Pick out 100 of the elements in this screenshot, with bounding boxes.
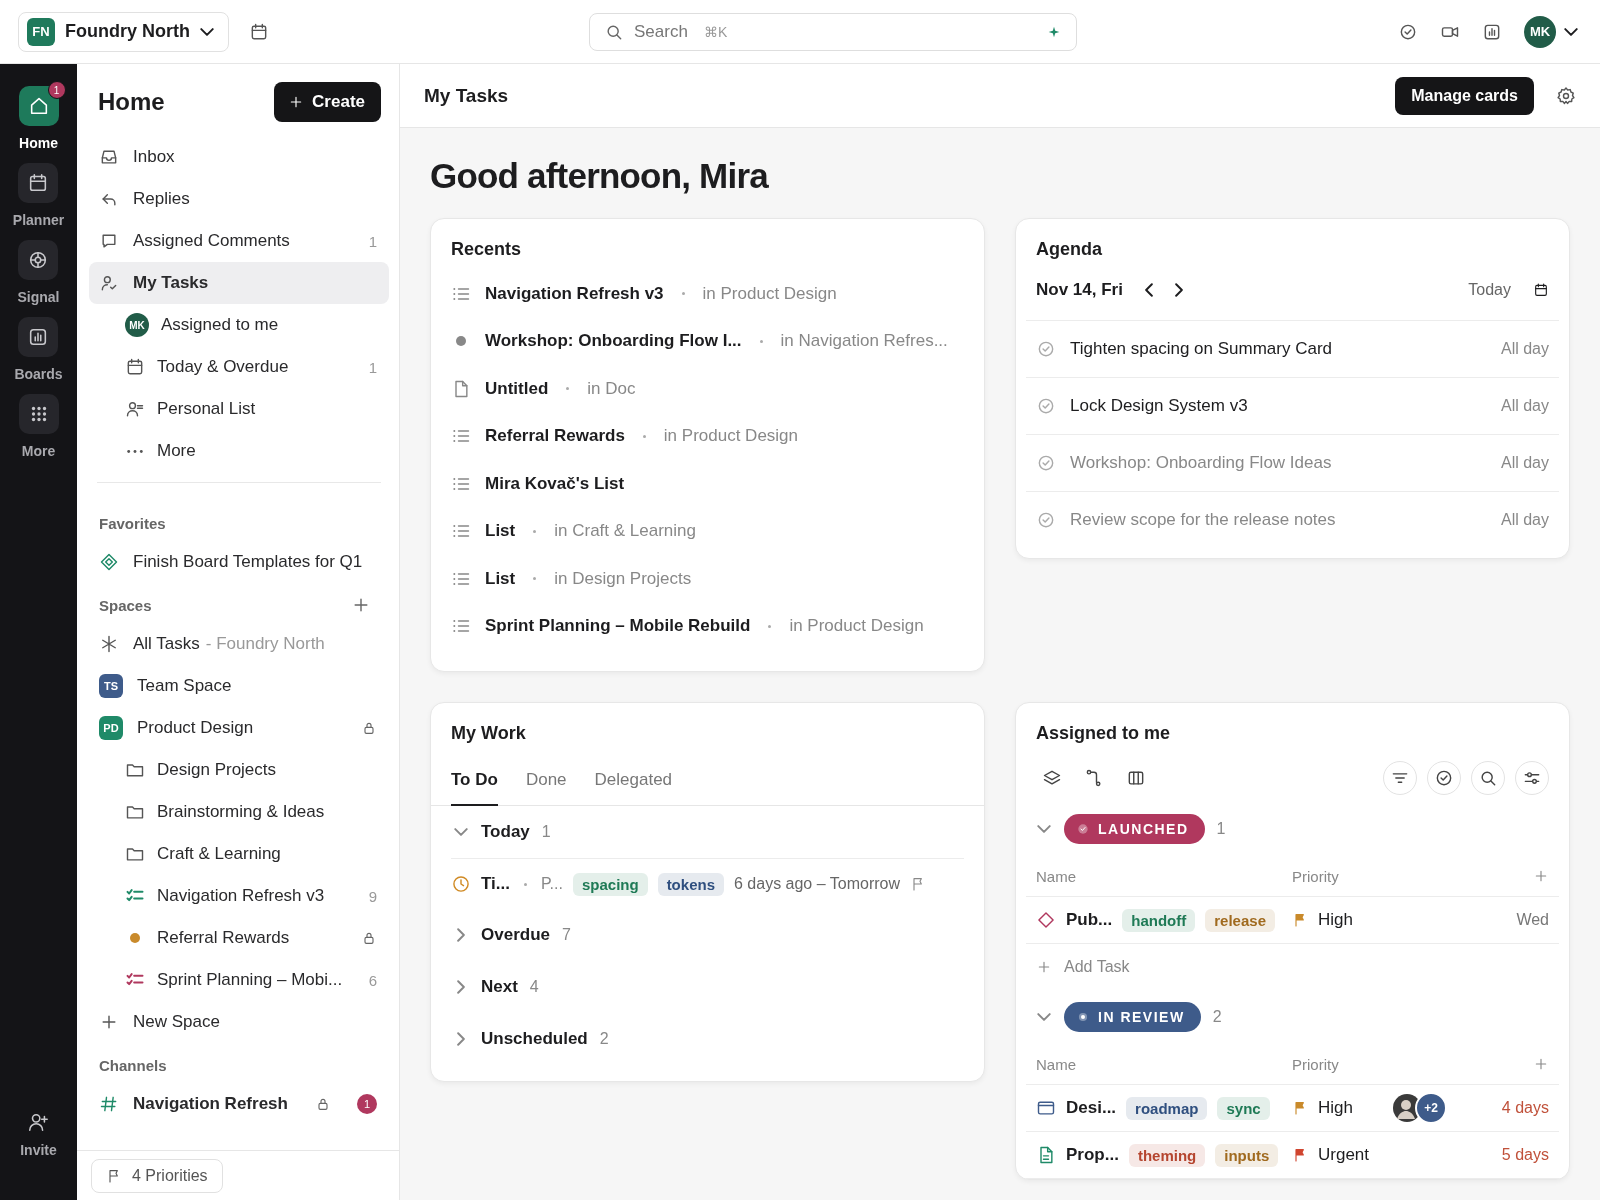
group-count: 2 [1212,1008,1222,1026]
group-header[interactable]: Next 4 [451,961,964,1013]
space-badge: TS [99,674,123,698]
create-button[interactable]: Create [274,82,381,122]
recent-item[interactable]: List in Design Projects [451,555,964,603]
chevron-left-icon[interactable] [1144,283,1153,297]
calendar-icon[interactable] [249,21,269,42]
user-avatar: MK [125,313,149,337]
calendar-icon[interactable] [1533,282,1549,298]
card-icon [1036,1098,1056,1118]
check-icon [1076,822,1090,836]
add-task-button[interactable]: Add Task [1036,944,1549,990]
tab[interactable]: To Do [451,762,498,806]
unread-badge: 1 [357,1094,377,1114]
priorities-button[interactable]: 4 Priorities [91,1159,223,1193]
task-row[interactable]: Pub... handoff release High Wed [1026,897,1559,944]
group-header[interactable]: Today 1 [451,806,964,859]
agenda-item[interactable]: Tighten spacing on Summary Card All day [1026,320,1559,377]
sidebar-item[interactable]: Finish Board Templates for Q1 [89,541,389,583]
rail-button[interactable] [18,163,59,203]
today-button[interactable]: Today [1468,281,1511,299]
check-circle-icon [1036,453,1056,473]
tag: theming [1128,1143,1206,1167]
plus-icon [1036,959,1052,975]
agenda-item[interactable]: Review scope for the release notes All day [1026,491,1559,548]
sidebar-item[interactable]: Brainstorming & Ideas [89,791,389,833]
group-count: 1 [1216,820,1226,838]
diamond-icon [99,552,119,572]
diamond-icon [1036,910,1056,930]
tab[interactable]: Delegated [594,762,673,806]
group-header[interactable]: Overdue 7 [451,909,964,961]
tag: inputs [1215,1143,1279,1167]
task-row[interactable]: Desi... roadmap sync High +2 4 days [1026,1085,1559,1132]
rail-label: Planner [12,212,65,228]
sidebar-item[interactable]: Navigation Refresh 1 [89,1083,389,1125]
sidebar-item[interactable]: MK Assigned to me [89,304,389,346]
recent-item[interactable]: Sprint Planning – Mobile Rebuild in Product Design [451,602,964,650]
tag: tokens [657,872,724,896]
rail-label: More [21,443,56,459]
sidebar-item[interactable]: Replies [89,178,389,220]
sidebar-item[interactable]: Design Projects [89,749,389,791]
space-badge: PD [99,716,123,740]
sidebar-item[interactable]: PD Product Design [89,707,389,749]
sidebar-item[interactable]: More [89,430,389,472]
recent-item[interactable]: Untitled in Doc [451,365,964,413]
sidebar-item[interactable]: TS Team Space [89,665,389,707]
rail-button[interactable] [18,317,59,357]
columns-icon[interactable] [1126,768,1146,788]
rail-button[interactable] [18,394,59,434]
tag: roadmap [1126,1096,1208,1120]
status-pill: IN REVIEW [1064,1002,1201,1032]
sidebar-item[interactable]: All Tasks - Foundry North [89,623,389,665]
task-row[interactable]: Ti... P... spacing tokens 6 days ago – Tomorrow [451,859,964,909]
more-assignees: +2 [1414,1092,1447,1124]
shortcut-hint: ⌘K [704,23,728,40]
rail-button[interactable] [18,240,59,280]
sidebar-item[interactable]: Assigned Comments 1 [89,220,389,262]
column-header: Name [1036,867,1077,885]
recent-item[interactable]: Mira Kovač's List [451,460,964,508]
sidebar-item[interactable]: Sprint Planning – Mobi... 6 [89,959,389,1001]
agenda-item[interactable]: Lock Design System v3 All day [1026,377,1559,434]
sidebar-item[interactable]: My Tasks [89,262,389,304]
user-avatar[interactable]: MK [1524,15,1556,48]
recent-item[interactable]: Navigation Refresh v3 in Product Design [451,270,964,318]
agenda-item[interactable]: Workshop: Onboarding Flow Ideas All day [1026,434,1559,491]
rail-label: Boards [14,366,63,382]
user-check-icon [99,273,119,293]
clock-icon [451,874,471,894]
tab[interactable]: Done [525,762,567,806]
user-plus-icon[interactable] [27,1111,50,1133]
column-header: Priority [1292,867,1340,885]
sidebar-item[interactable]: Inbox [89,136,389,178]
tag: spacing [572,872,648,896]
sidebar-item[interactable]: Craft & Learning [89,833,389,875]
tag: handoff [1122,908,1196,932]
recent-item[interactable]: List in Craft & Learning [451,507,964,555]
check-circle-icon [1036,339,1056,359]
rail-label: Signal [17,289,60,305]
check-circle-icon [1036,510,1056,530]
sidebar-item[interactable]: Referral Rewards [89,917,389,959]
search-input[interactable]: Search [632,20,696,43]
recent-item[interactable]: Workshop: Onboarding Flow I... in Navigation Refres... [451,317,964,365]
status-dot-icon [1076,1010,1090,1024]
workspace-switcher[interactable]: FN Foundry North [18,11,229,52]
manage-cards-button[interactable]: Manage cards [1395,76,1534,115]
settings-icon[interactable] [1556,85,1576,106]
chevron-right-icon[interactable] [1174,283,1183,297]
user-list-icon [125,399,145,419]
recent-item[interactable]: Referral Rewards in Product Design [451,412,964,460]
sidebar-item[interactable]: Personal List [89,388,389,430]
task-row[interactable]: Prop... theming inputs Urgent 5 days [1026,1132,1559,1179]
rail-label: Invite [20,1142,57,1158]
chevron-down-icon[interactable] [1564,27,1578,36]
sidebar-item[interactable]: Today & Overdue 1 [89,346,389,388]
chevron-down-icon [200,27,214,36]
group-header[interactable]: Unscheduled 2 [451,1013,964,1065]
card-title: Recents [451,239,523,260]
rail-button[interactable] [18,86,59,126]
sidebar-item[interactable]: Navigation Refresh v3 9 [89,875,389,917]
new-space-button[interactable]: New Space [89,1001,389,1043]
